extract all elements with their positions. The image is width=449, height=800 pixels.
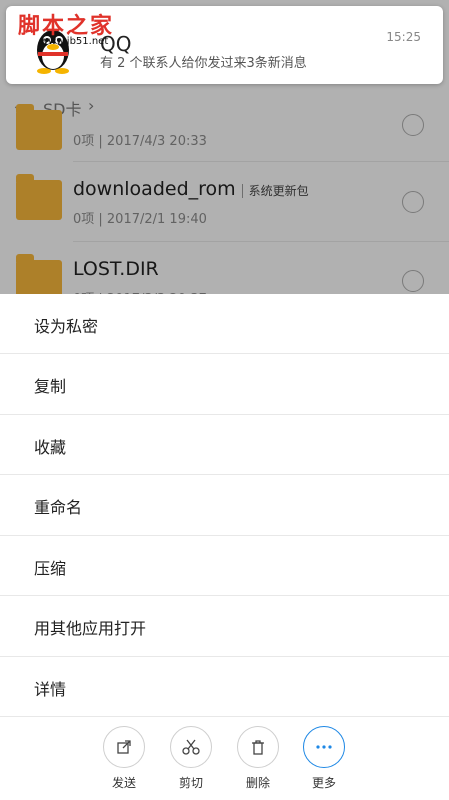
notification-time: 15:25	[386, 30, 421, 44]
menu-item-compress[interactable]: 压缩	[0, 536, 449, 596]
menu-item-label: 设为私密	[34, 317, 99, 336]
menu-item-label: 压缩	[34, 559, 67, 578]
menu-item-set-private[interactable]: 设为私密	[0, 294, 449, 354]
share-icon	[103, 726, 145, 768]
menu-item-open-with[interactable]: 用其他应用打开	[0, 596, 449, 656]
more-icon	[303, 726, 345, 768]
menu-item-label: 重命名	[34, 498, 83, 517]
notification-message: 有 2 个联系人给你发过来3条新消息	[100, 56, 307, 71]
delete-label: 删除	[245, 776, 270, 790]
send-button[interactable]: 发送	[101, 726, 147, 796]
cut-button[interactable]: 剪切	[168, 726, 214, 796]
menu-item-label: 复制	[34, 377, 67, 396]
more-button[interactable]: 更多	[301, 726, 347, 796]
watermark-url: www.jb51.net	[40, 36, 109, 47]
menu-item-copy[interactable]: 复制	[0, 354, 449, 414]
delete-button[interactable]: 删除	[235, 726, 281, 796]
trash-icon	[237, 726, 279, 768]
bottom-toolbar: 发送 剪切 删除 更多	[0, 716, 449, 800]
more-label: 更多	[311, 776, 336, 790]
scissors-icon	[170, 726, 212, 768]
menu-item-label: 收藏	[34, 438, 67, 457]
menu-item-rename[interactable]: 重命名	[0, 475, 449, 535]
menu-item-favorite[interactable]: 收藏	[0, 415, 449, 475]
menu-item-label: 详情	[34, 680, 67, 699]
menu-item-label: 用其他应用打开	[34, 619, 147, 638]
send-label: 发送	[111, 776, 136, 790]
cut-label: 剪切	[178, 776, 203, 790]
menu-item-details[interactable]: 详情	[0, 657, 449, 717]
